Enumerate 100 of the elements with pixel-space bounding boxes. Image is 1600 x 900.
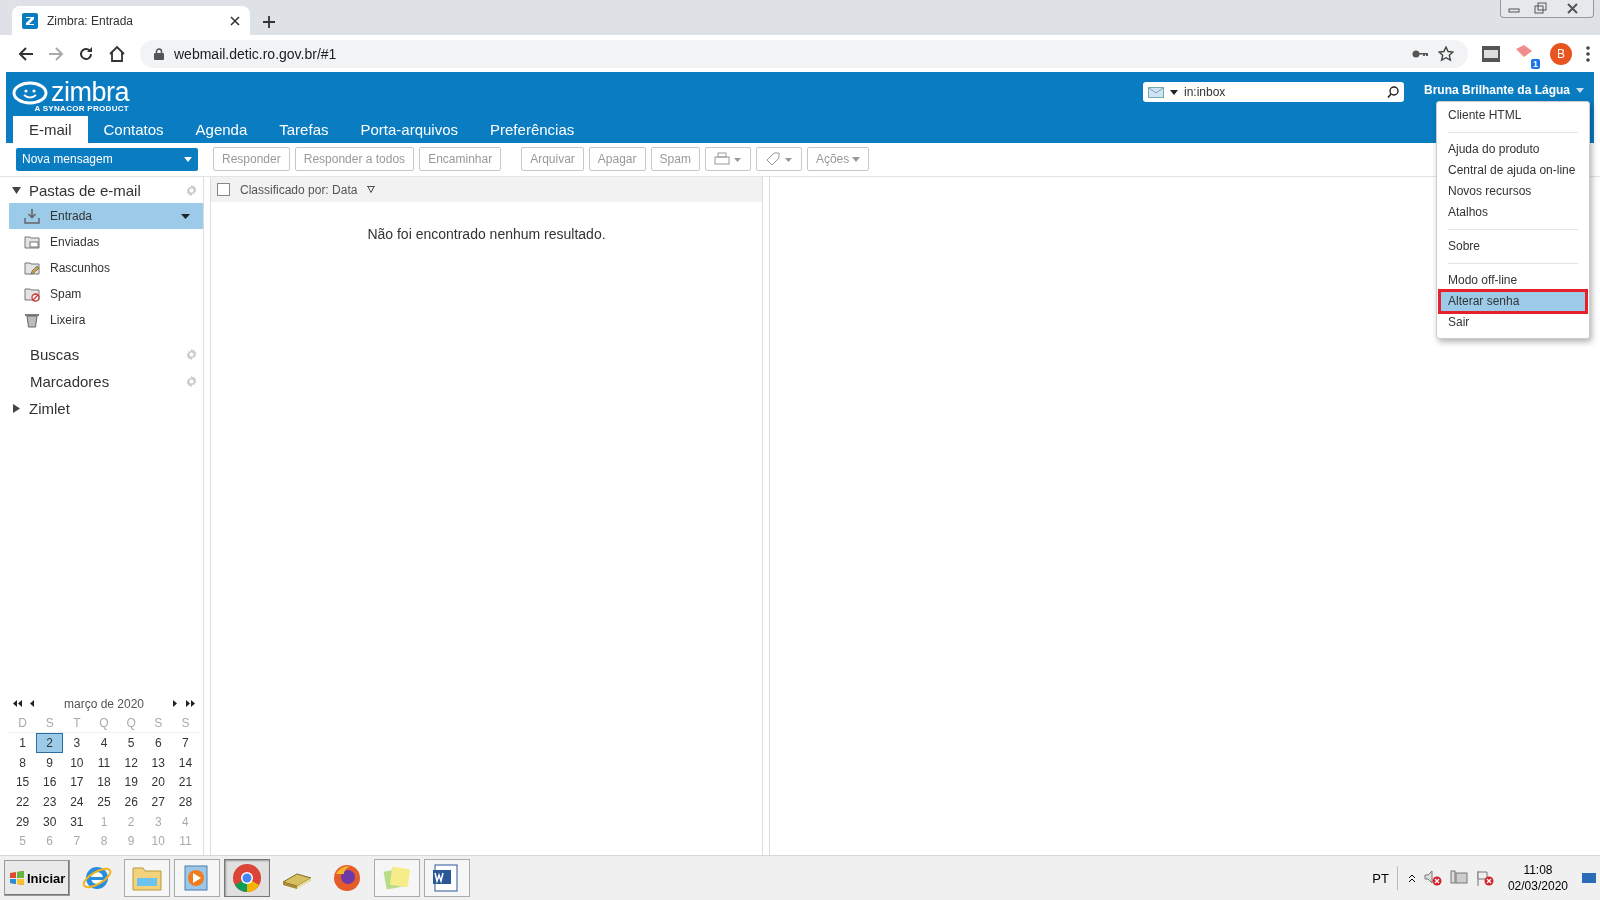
calendar-day[interactable]: 15 <box>9 772 37 793</box>
calendar-day[interactable]: 1 <box>9 733 37 754</box>
zimbra-favicon-icon <box>22 12 38 29</box>
menu-item[interactable]: Atalhos <box>1440 202 1586 223</box>
select-all-checkbox[interactable] <box>217 183 230 196</box>
calendar-day[interactable]: 13 <box>144 753 172 773</box>
new-message-button[interactable]: Nova mensagem <box>16 147 198 171</box>
calendar-day[interactable]: 11 <box>90 753 118 773</box>
weekday-label: Q <box>117 713 145 734</box>
calendar-day[interactable]: 2 <box>36 733 64 754</box>
flag-error-icon[interactable] <box>1475 870 1494 886</box>
sort-label[interactable]: Classificado por: Data <box>240 182 358 197</box>
weekday-label: T <box>63 713 91 734</box>
folder-item[interactable]: Entrada <box>9 203 203 229</box>
folder-label: Lixeira <box>50 313 87 327</box>
taskbar-app[interactable] <box>224 859 271 897</box>
folder-item[interactable]: Enviadas <box>9 229 203 255</box>
collapsed-icon[interactable] <box>12 403 21 413</box>
menu-item[interactable]: Ajuda do produto <box>1440 139 1586 160</box>
sort-icon[interactable] <box>367 186 376 193</box>
show-hidden-icon[interactable] <box>1407 873 1416 883</box>
profile-avatar[interactable]: B <box>1550 42 1572 65</box>
calendar-day[interactable]: 10 <box>63 753 91 773</box>
left-icon[interactable] <box>30 700 35 708</box>
caret-icon[interactable] <box>1169 89 1178 95</box>
calendar-day[interactable]: 25 <box>90 792 118 812</box>
calendar-day[interactable]: 7 <box>171 733 199 754</box>
calendar-day[interactable]: 17 <box>63 772 91 793</box>
start-button[interactable]: Iniciar <box>4 860 71 896</box>
close-icon[interactable] <box>230 15 240 26</box>
calendar-day[interactable]: 29 <box>9 811 37 832</box>
calendar-day[interactable]: 27 <box>144 792 172 812</box>
app-tab[interactable]: Porta-arquivos <box>344 116 475 143</box>
show-desktop-icon[interactable] <box>1582 871 1596 885</box>
reload-icon[interactable] <box>78 45 94 62</box>
taskbar-app[interactable] <box>424 859 471 897</box>
double-left-icon[interactable] <box>13 700 22 708</box>
speaker-error-icon[interactable] <box>1423 870 1442 886</box>
calendar-day[interactable]: 5 <box>117 733 145 754</box>
search-field[interactable]: in:inbox <box>1142 82 1404 102</box>
right-icon[interactable] <box>173 700 178 708</box>
expanded-icon[interactable] <box>12 185 21 195</box>
calendar-day[interactable]: 21 <box>171 772 199 793</box>
home-icon[interactable] <box>108 44 126 63</box>
folders-header[interactable]: Pastas de e-mail <box>9 177 203 203</box>
caret-icon[interactable] <box>181 213 190 219</box>
menu-item[interactable]: Novos recursos <box>1440 181 1586 202</box>
star-icon[interactable] <box>1438 45 1454 62</box>
weekday-label: S <box>171 713 199 734</box>
calendar-day[interactable]: 14 <box>171 753 199 773</box>
language-indicator[interactable]: PT <box>1372 866 1398 890</box>
double-right-icon[interactable] <box>186 700 195 708</box>
calendar-day[interactable]: 19 <box>117 772 145 793</box>
calendar-day[interactable]: 30 <box>36 811 64 832</box>
menu-icon[interactable] <box>1586 45 1590 62</box>
calendar-day[interactable]: 26 <box>117 792 145 812</box>
trash-icon <box>24 312 40 328</box>
calendar-day[interactable]: 4 <box>90 733 118 754</box>
network-icon[interactable] <box>1449 870 1468 886</box>
app-tab[interactable]: Contatos <box>87 116 180 143</box>
calendar-day[interactable]: 18 <box>90 772 118 793</box>
menu-item[interactable]: Alterar senha <box>1440 291 1586 312</box>
calendar-day[interactable]: 3 <box>63 733 91 754</box>
app-tab[interactable]: Tarefas <box>263 116 345 143</box>
menu-item[interactable]: Cliente HTML <box>1440 105 1586 126</box>
folder-item[interactable]: Lixeira <box>9 307 203 333</box>
section-title[interactable]: Marcadores <box>30 373 185 390</box>
calendar-day[interactable]: 24 <box>63 792 91 812</box>
calendar-day[interactable]: 23 <box>36 792 64 812</box>
clock[interactable]: 11:08 02/03/2020 <box>1507 862 1568 894</box>
zimlet-header[interactable]: Zimlet <box>9 395 203 421</box>
calendar-day[interactable]: 31 <box>63 811 91 832</box>
menu-item[interactable]: Sair <box>1440 312 1586 333</box>
calendar-day[interactable]: 16 <box>36 772 64 793</box>
folder-item[interactable]: Rascunhos <box>9 255 203 281</box>
calendar-day[interactable]: 28 <box>171 792 199 812</box>
key-icon[interactable] <box>1412 48 1428 59</box>
app-tab[interactable]: Preferências <box>474 116 591 143</box>
windows-logo-icon <box>9 871 25 885</box>
menu-item[interactable]: Sobre <box>1440 236 1586 257</box>
menu-item[interactable]: Modo off-line <box>1440 270 1586 291</box>
address-bar[interactable]: webmail.detic.ro.gov.br/#1 <box>140 39 1468 68</box>
calendar-day[interactable]: 8 <box>9 753 37 773</box>
search-icon[interactable] <box>1386 86 1399 98</box>
folder-item[interactable]: Spam <box>9 281 203 307</box>
menu-item[interactable]: Central de ajuda on-line <box>1440 160 1586 181</box>
calendar-day[interactable]: 6 <box>144 733 172 754</box>
app-tab[interactable]: E-mail <box>13 116 88 143</box>
app-tab[interactable]: Agenda <box>179 116 264 143</box>
calendar-day[interactable]: 12 <box>117 753 145 773</box>
extension-icon[interactable] <box>1482 45 1500 62</box>
calendar-day[interactable]: 20 <box>144 772 172 793</box>
new-tab-icon[interactable] <box>262 15 276 29</box>
browser-tab[interactable]: Zimbra: Entrada <box>12 6 250 35</box>
calendar-day[interactable]: 22 <box>9 792 37 812</box>
back-icon[interactable] <box>18 45 34 62</box>
calendar-day[interactable]: 9 <box>36 753 64 773</box>
section-title[interactable]: Buscas <box>30 346 185 363</box>
user-menu[interactable]: Bruna Brilhante da Lágua <box>1423 83 1584 97</box>
section-title: Zimlet <box>29 399 71 417</box>
